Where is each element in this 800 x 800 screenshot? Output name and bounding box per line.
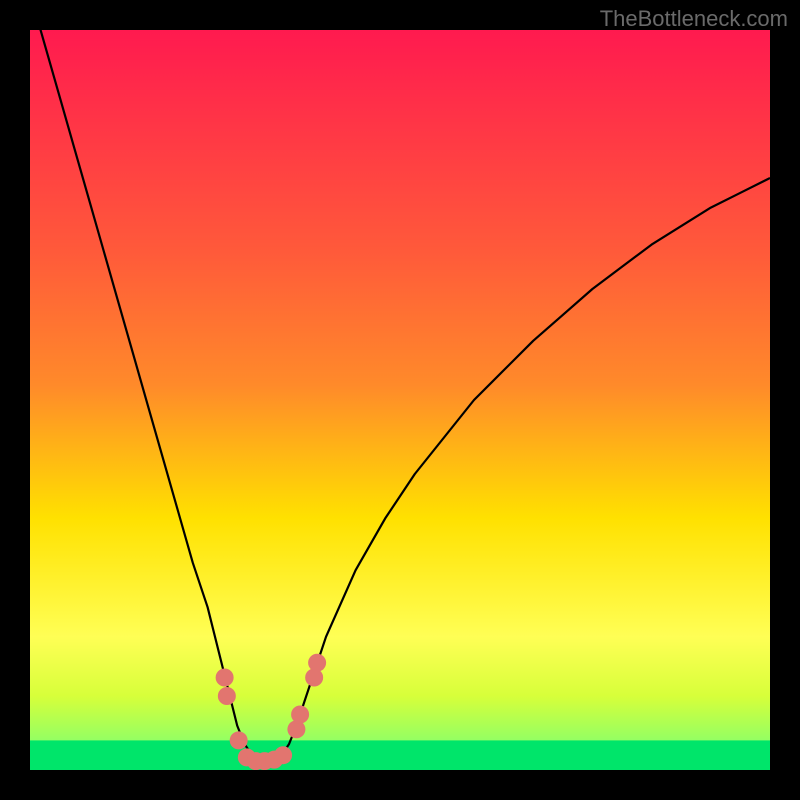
- bottleneck-chart: [30, 30, 770, 770]
- data-marker: [274, 746, 292, 764]
- data-marker: [308, 654, 326, 672]
- gradient-background: [30, 30, 770, 770]
- chart-frame: TheBottleneck.com: [0, 0, 800, 800]
- data-marker: [305, 669, 323, 687]
- plot-area: [30, 30, 770, 770]
- watermark-text: TheBottleneck.com: [600, 6, 788, 32]
- data-marker: [230, 731, 248, 749]
- data-marker: [291, 706, 309, 724]
- green-band: [30, 740, 770, 770]
- data-marker: [216, 669, 234, 687]
- data-marker: [218, 687, 236, 705]
